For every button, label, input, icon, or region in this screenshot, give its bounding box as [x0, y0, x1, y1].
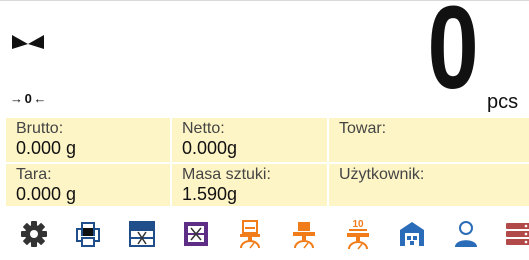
brutto-value: 0.000 g [16, 138, 77, 158]
towar-label: Towar: [339, 120, 387, 137]
operator-button[interactable] [448, 209, 484, 258]
user-icon [452, 220, 480, 248]
uzytkownik-field: Użytkownik: [329, 164, 529, 206]
database-button[interactable] [500, 209, 529, 258]
info-panel: Brutto: 0.000 g Netto: 0.000g Towar: Tar… [0, 115, 529, 207]
tara-label: Tara: [16, 166, 52, 183]
printer-icon [74, 220, 102, 248]
reference-sample-icon: 10 [344, 218, 372, 250]
table-x-icon [128, 220, 156, 248]
uzytkownik-label: Użytkownik: [339, 166, 425, 183]
table-x-highlight-button[interactable] [178, 209, 214, 258]
weigh-pan-orange-icon [290, 219, 318, 249]
table-x-button[interactable] [124, 209, 160, 258]
tara-value: 0.000 g [16, 184, 77, 204]
tara-field: Tara: 0.000 g [6, 164, 170, 206]
table-x-purple-icon [182, 220, 210, 248]
database-icon [504, 220, 529, 248]
weigh-pan-icon [236, 219, 264, 249]
reference-sample-button[interactable]: 10 [340, 209, 376, 258]
masa-sztuki-value: 1.590g [182, 184, 238, 204]
towar-field: Towar: [329, 118, 529, 162]
zero-indicator: → 0 ← [10, 91, 46, 106]
unit-label: pcs [487, 91, 519, 113]
tare-weigh-button[interactable] [286, 209, 322, 258]
masa-sztuki-field: Masa sztuki: 1.590g [172, 164, 327, 206]
brutto-field: Brutto: 0.000 g [6, 118, 170, 162]
warehouse-button[interactable] [394, 209, 430, 258]
function-toolbar: 10 [0, 209, 529, 260]
brutto-label: Brutto: [16, 120, 64, 137]
netto-field: Netto: 0.000g [172, 118, 327, 162]
gear-icon [20, 220, 48, 248]
weight-value: 0 [427, 0, 479, 114]
masa-sztuki-label: Masa sztuki: [182, 166, 271, 183]
sample-weigh-button[interactable] [232, 209, 268, 258]
weight-display: → 0 ← 0 pcs [0, 0, 529, 115]
reference-count-label: 10 [352, 219, 364, 230]
warehouse-icon [398, 220, 426, 248]
netto-label: Netto: [182, 120, 225, 137]
bowtie-stable-icon [12, 35, 44, 54]
printout-button[interactable] [70, 209, 106, 258]
settings-button[interactable] [16, 209, 52, 258]
netto-value: 0.000g [182, 138, 238, 158]
